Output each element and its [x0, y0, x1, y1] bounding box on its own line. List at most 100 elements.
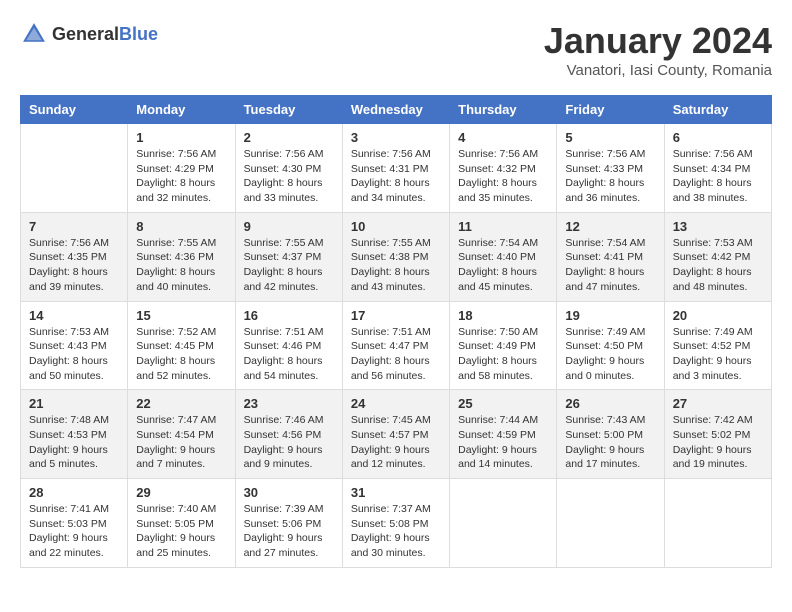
day-info: Sunrise: 7:48 AMSunset: 4:53 PMDaylight:… — [29, 413, 119, 472]
calendar-cell: 3 Sunrise: 7:56 AMSunset: 4:31 PMDayligh… — [342, 124, 449, 213]
calendar-cell: 22 Sunrise: 7:47 AMSunset: 4:54 PMDaylig… — [128, 390, 235, 479]
day-info: Sunrise: 7:54 AMSunset: 4:40 PMDaylight:… — [458, 236, 548, 295]
day-number: 3 — [351, 130, 441, 145]
day-number: 26 — [565, 396, 655, 411]
day-number: 20 — [673, 308, 763, 323]
day-info: Sunrise: 7:51 AMSunset: 4:46 PMDaylight:… — [244, 325, 334, 384]
weekday-header: Monday — [128, 96, 235, 124]
day-info: Sunrise: 7:39 AMSunset: 5:06 PMDaylight:… — [244, 502, 334, 561]
page-header: GeneralBlue January 2024 Vanatori, Iasi … — [20, 20, 772, 79]
calendar-cell: 18 Sunrise: 7:50 AMSunset: 4:49 PMDaylig… — [450, 301, 557, 390]
day-info: Sunrise: 7:56 AMSunset: 4:31 PMDaylight:… — [351, 147, 441, 206]
location-title: Vanatori, Iasi County, Romania — [544, 62, 772, 79]
day-number: 25 — [458, 396, 548, 411]
calendar-cell — [450, 479, 557, 568]
day-number: 14 — [29, 308, 119, 323]
calendar-week-row: 1 Sunrise: 7:56 AMSunset: 4:29 PMDayligh… — [21, 124, 772, 213]
calendar-table: SundayMondayTuesdayWednesdayThursdayFrid… — [20, 95, 772, 568]
day-number: 29 — [136, 485, 226, 500]
day-info: Sunrise: 7:49 AMSunset: 4:50 PMDaylight:… — [565, 325, 655, 384]
calendar-cell: 2 Sunrise: 7:56 AMSunset: 4:30 PMDayligh… — [235, 124, 342, 213]
day-number: 17 — [351, 308, 441, 323]
day-number: 21 — [29, 396, 119, 411]
calendar-cell: 5 Sunrise: 7:56 AMSunset: 4:33 PMDayligh… — [557, 124, 664, 213]
calendar-cell — [557, 479, 664, 568]
day-info: Sunrise: 7:44 AMSunset: 4:59 PMDaylight:… — [458, 413, 548, 472]
day-info: Sunrise: 7:47 AMSunset: 4:54 PMDaylight:… — [136, 413, 226, 472]
calendar-cell: 4 Sunrise: 7:56 AMSunset: 4:32 PMDayligh… — [450, 124, 557, 213]
calendar-cell: 13 Sunrise: 7:53 AMSunset: 4:42 PMDaylig… — [664, 212, 771, 301]
calendar-cell: 16 Sunrise: 7:51 AMSunset: 4:46 PMDaylig… — [235, 301, 342, 390]
day-number: 6 — [673, 130, 763, 145]
calendar-cell: 29 Sunrise: 7:40 AMSunset: 5:05 PMDaylig… — [128, 479, 235, 568]
day-info: Sunrise: 7:41 AMSunset: 5:03 PMDaylight:… — [29, 502, 119, 561]
calendar-cell: 26 Sunrise: 7:43 AMSunset: 5:00 PMDaylig… — [557, 390, 664, 479]
calendar-cell: 27 Sunrise: 7:42 AMSunset: 5:02 PMDaylig… — [664, 390, 771, 479]
day-info: Sunrise: 7:53 AMSunset: 4:43 PMDaylight:… — [29, 325, 119, 384]
calendar-cell: 30 Sunrise: 7:39 AMSunset: 5:06 PMDaylig… — [235, 479, 342, 568]
day-info: Sunrise: 7:53 AMSunset: 4:42 PMDaylight:… — [673, 236, 763, 295]
calendar-week-row: 14 Sunrise: 7:53 AMSunset: 4:43 PMDaylig… — [21, 301, 772, 390]
calendar-cell: 19 Sunrise: 7:49 AMSunset: 4:50 PMDaylig… — [557, 301, 664, 390]
calendar-cell: 20 Sunrise: 7:49 AMSunset: 4:52 PMDaylig… — [664, 301, 771, 390]
weekday-header: Wednesday — [342, 96, 449, 124]
day-info: Sunrise: 7:50 AMSunset: 4:49 PMDaylight:… — [458, 325, 548, 384]
calendar-cell — [21, 124, 128, 213]
day-number: 31 — [351, 485, 441, 500]
calendar-cell: 14 Sunrise: 7:53 AMSunset: 4:43 PMDaylig… — [21, 301, 128, 390]
calendar-cell: 15 Sunrise: 7:52 AMSunset: 4:45 PMDaylig… — [128, 301, 235, 390]
day-number: 5 — [565, 130, 655, 145]
day-number: 13 — [673, 219, 763, 234]
day-info: Sunrise: 7:56 AMSunset: 4:35 PMDaylight:… — [29, 236, 119, 295]
month-title: January 2024 — [544, 20, 772, 62]
day-info: Sunrise: 7:40 AMSunset: 5:05 PMDaylight:… — [136, 502, 226, 561]
day-info: Sunrise: 7:46 AMSunset: 4:56 PMDaylight:… — [244, 413, 334, 472]
day-number: 27 — [673, 396, 763, 411]
calendar-cell: 10 Sunrise: 7:55 AMSunset: 4:38 PMDaylig… — [342, 212, 449, 301]
day-info: Sunrise: 7:49 AMSunset: 4:52 PMDaylight:… — [673, 325, 763, 384]
day-info: Sunrise: 7:45 AMSunset: 4:57 PMDaylight:… — [351, 413, 441, 472]
calendar-cell: 23 Sunrise: 7:46 AMSunset: 4:56 PMDaylig… — [235, 390, 342, 479]
weekday-header: Sunday — [21, 96, 128, 124]
calendar-week-row: 28 Sunrise: 7:41 AMSunset: 5:03 PMDaylig… — [21, 479, 772, 568]
day-number: 28 — [29, 485, 119, 500]
day-number: 30 — [244, 485, 334, 500]
calendar-cell: 21 Sunrise: 7:48 AMSunset: 4:53 PMDaylig… — [21, 390, 128, 479]
day-info: Sunrise: 7:52 AMSunset: 4:45 PMDaylight:… — [136, 325, 226, 384]
calendar-cell: 9 Sunrise: 7:55 AMSunset: 4:37 PMDayligh… — [235, 212, 342, 301]
calendar-cell: 25 Sunrise: 7:44 AMSunset: 4:59 PMDaylig… — [450, 390, 557, 479]
logo-general: General — [52, 24, 119, 44]
day-number: 24 — [351, 396, 441, 411]
day-number: 1 — [136, 130, 226, 145]
weekday-header: Saturday — [664, 96, 771, 124]
day-number: 15 — [136, 308, 226, 323]
day-info: Sunrise: 7:56 AMSunset: 4:33 PMDaylight:… — [565, 147, 655, 206]
day-info: Sunrise: 7:55 AMSunset: 4:37 PMDaylight:… — [244, 236, 334, 295]
calendar-cell — [664, 479, 771, 568]
calendar-cell: 31 Sunrise: 7:37 AMSunset: 5:08 PMDaylig… — [342, 479, 449, 568]
calendar-week-row: 7 Sunrise: 7:56 AMSunset: 4:35 PMDayligh… — [21, 212, 772, 301]
logo: GeneralBlue — [20, 20, 158, 48]
day-info: Sunrise: 7:56 AMSunset: 4:32 PMDaylight:… — [458, 147, 548, 206]
day-number: 19 — [565, 308, 655, 323]
day-info: Sunrise: 7:51 AMSunset: 4:47 PMDaylight:… — [351, 325, 441, 384]
day-number: 7 — [29, 219, 119, 234]
day-number: 22 — [136, 396, 226, 411]
day-info: Sunrise: 7:56 AMSunset: 4:34 PMDaylight:… — [673, 147, 763, 206]
day-info: Sunrise: 7:55 AMSunset: 4:38 PMDaylight:… — [351, 236, 441, 295]
day-info: Sunrise: 7:55 AMSunset: 4:36 PMDaylight:… — [136, 236, 226, 295]
weekday-header: Thursday — [450, 96, 557, 124]
day-info: Sunrise: 7:54 AMSunset: 4:41 PMDaylight:… — [565, 236, 655, 295]
calendar-cell: 11 Sunrise: 7:54 AMSunset: 4:40 PMDaylig… — [450, 212, 557, 301]
day-number: 18 — [458, 308, 548, 323]
title-area: January 2024 Vanatori, Iasi County, Roma… — [544, 20, 772, 79]
calendar-cell: 12 Sunrise: 7:54 AMSunset: 4:41 PMDaylig… — [557, 212, 664, 301]
logo-icon — [20, 20, 48, 48]
calendar-cell: 7 Sunrise: 7:56 AMSunset: 4:35 PMDayligh… — [21, 212, 128, 301]
calendar-cell: 1 Sunrise: 7:56 AMSunset: 4:29 PMDayligh… — [128, 124, 235, 213]
calendar-cell: 6 Sunrise: 7:56 AMSunset: 4:34 PMDayligh… — [664, 124, 771, 213]
day-info: Sunrise: 7:56 AMSunset: 4:30 PMDaylight:… — [244, 147, 334, 206]
day-number: 23 — [244, 396, 334, 411]
logo-blue: Blue — [119, 24, 158, 44]
day-info: Sunrise: 7:43 AMSunset: 5:00 PMDaylight:… — [565, 413, 655, 472]
